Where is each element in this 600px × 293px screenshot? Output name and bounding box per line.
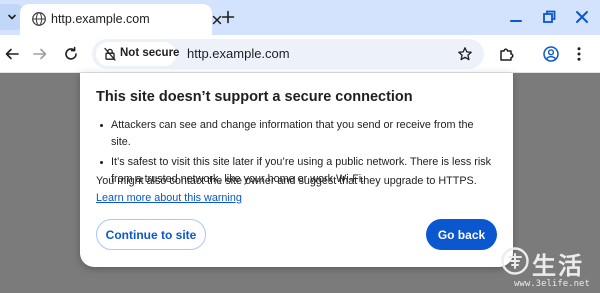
dialog-title: This site doesn’t support a secure conne… — [96, 89, 413, 105]
watermark-url: www.3elife.net — [514, 279, 590, 289]
go-back-button[interactable]: Go back — [426, 219, 497, 250]
watermark-text: 生活 — [532, 252, 584, 280]
contact-owner-sentence: You might also contact the site owner an… — [96, 175, 477, 187]
kebab-menu-icon[interactable] — [570, 45, 588, 63]
watermark: 生活 www.3elife.net — [498, 242, 600, 293]
bullet-dot — [100, 161, 103, 164]
url-text[interactable]: http.example.com — [187, 46, 290, 61]
chevron-down-icon — [8, 14, 16, 20]
watermark-logo — [501, 247, 529, 275]
arrow-right-icon[interactable] — [31, 45, 49, 63]
close-window-icon[interactable] — [573, 8, 591, 26]
plus-icon[interactable] — [220, 9, 236, 25]
omnibox[interactable]: Not secure http.example.com — [92, 39, 484, 69]
globe-icon — [32, 12, 46, 26]
reload-icon[interactable] — [62, 45, 80, 63]
account-icon[interactable] — [542, 45, 560, 63]
star-icon[interactable] — [457, 46, 473, 62]
lock-slash-icon — [104, 47, 116, 61]
security-warning-dialog: This site doesn’t support a secure conne… — [80, 73, 513, 267]
warning-bullet: Attackers can see and change information… — [96, 117, 496, 151]
warning-bullet-text: Attackers can see and change information… — [111, 119, 474, 148]
not-secure-chip[interactable]: Not secure — [96, 42, 180, 66]
puzzle-icon[interactable] — [498, 45, 516, 63]
tab-strip: http.example.com — [0, 0, 600, 35]
learn-more-link[interactable]: Learn more about this warning — [96, 192, 242, 204]
restore-icon[interactable] — [540, 8, 558, 26]
minimize-icon[interactable] — [507, 8, 525, 26]
contact-owner-text: You might also contact the site owner an… — [96, 173, 501, 207]
tab-title: http.example.com — [51, 12, 150, 26]
not-secure-label: Not secure — [120, 47, 180, 59]
continue-to-site-button[interactable]: Continue to site — [96, 219, 206, 250]
active-tab[interactable]: http.example.com — [20, 4, 222, 35]
toolbar: Not secure http.example.com — [0, 35, 600, 73]
bullet-dot — [100, 124, 103, 127]
arrow-left-icon[interactable] — [3, 45, 21, 63]
